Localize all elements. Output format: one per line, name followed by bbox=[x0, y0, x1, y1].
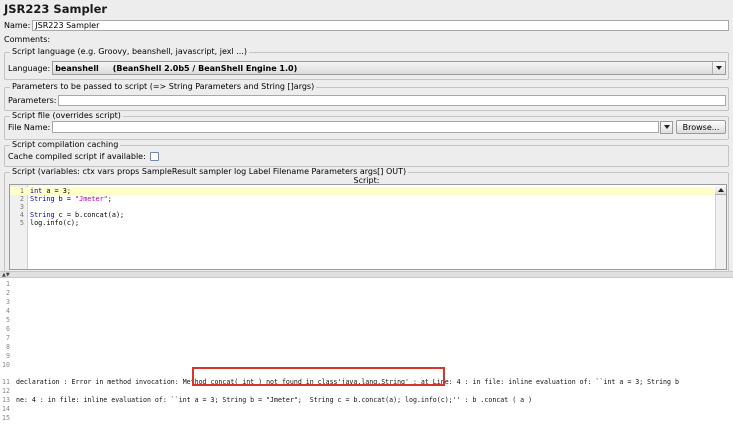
chevron-down-icon bbox=[663, 125, 670, 129]
name-label: Name: bbox=[4, 21, 31, 30]
browse-button[interactable]: Browse... bbox=[676, 120, 726, 134]
caching-legend: Script compilation caching bbox=[10, 140, 121, 149]
log-line: 4 bbox=[6, 307, 10, 315]
log-line: 15 bbox=[2, 414, 10, 422]
caching-label: Cache compiled script if available: bbox=[8, 152, 146, 161]
log-line: 9 bbox=[6, 352, 10, 360]
log-line: 8 bbox=[6, 343, 10, 351]
language-dropdown-button[interactable] bbox=[712, 62, 725, 74]
language-label: Language: bbox=[8, 63, 51, 73]
name-input[interactable]: JSR223 Sampler bbox=[32, 20, 729, 31]
editor-scrollbar[interactable] bbox=[715, 185, 726, 269]
language-selected: beanshell (BeanShell 2.0b5 / BeanShell E… bbox=[55, 63, 298, 73]
script-language-legend: Script language (e.g. Groovy, beanshell,… bbox=[10, 47, 249, 56]
log-line: 13 ne: 4 : in file: inline evaluation of… bbox=[2, 396, 533, 404]
log-output[interactable]: 1 2 3 4 5 6 7 8 9 10 11 declaration : Er… bbox=[0, 278, 733, 430]
language-row: Language: beanshell (BeanShell 2.0b5 / B… bbox=[8, 61, 726, 75]
name-row: Name: JSR223 Sampler bbox=[4, 20, 729, 31]
parameters-label: Parameters: bbox=[8, 96, 57, 105]
chevron-up-icon bbox=[717, 187, 724, 192]
log-line: 12 bbox=[2, 387, 10, 395]
parameters-legend: Parameters to be passed to script (=> St… bbox=[10, 82, 317, 91]
code-line: 2 String b = "Jmeter"; bbox=[19, 195, 112, 203]
script-legend: Script (variables: ctx vars props Sample… bbox=[10, 167, 409, 176]
code-line: 1 int a = 3; bbox=[10, 187, 714, 195]
log-line: 5 bbox=[6, 316, 10, 324]
caching-row: Cache compiled script if available: bbox=[8, 152, 729, 161]
language-select[interactable]: beanshell (BeanShell 2.0b5 / BeanShell E… bbox=[52, 61, 726, 75]
error-highlight-box bbox=[192, 367, 445, 386]
chevron-down-icon bbox=[716, 66, 722, 70]
code-line: 5 log.info(c); bbox=[19, 219, 80, 227]
log-line: 7 bbox=[6, 334, 10, 342]
log-line: 6 bbox=[6, 325, 10, 333]
cache-checkbox[interactable] bbox=[149, 152, 159, 161]
split-pane-divider[interactable]: ▲▼ bbox=[0, 271, 733, 278]
parameters-row: Parameters: bbox=[8, 95, 726, 106]
log-line: 14 bbox=[2, 405, 10, 413]
log-line: 10 bbox=[2, 361, 10, 369]
log-line: 3 bbox=[6, 298, 10, 306]
file-name-dropdown-button[interactable] bbox=[660, 120, 673, 134]
code-line: 4 String c = b.concat(a); bbox=[19, 211, 125, 219]
page-title: JSR223 Sampler bbox=[4, 2, 108, 16]
parameters-input[interactable] bbox=[58, 95, 726, 106]
code-line: 3 bbox=[19, 203, 24, 211]
file-name-input[interactable] bbox=[52, 121, 659, 133]
log-line: 2 bbox=[6, 289, 10, 297]
comments-row: Comments: bbox=[4, 35, 729, 44]
comments-label: Comments: bbox=[4, 35, 51, 44]
script-editor[interactable]: 1 int a = 3; 2 String b = "Jmeter"; 3 4 Str… bbox=[9, 184, 727, 270]
file-name-row: File Name: Browse... bbox=[8, 120, 726, 134]
script-file-legend: Script file (overrides script) bbox=[10, 111, 123, 120]
log-line: 1 bbox=[6, 280, 10, 288]
scroll-up-button[interactable] bbox=[715, 185, 726, 195]
file-name-label: File Name: bbox=[8, 122, 51, 132]
